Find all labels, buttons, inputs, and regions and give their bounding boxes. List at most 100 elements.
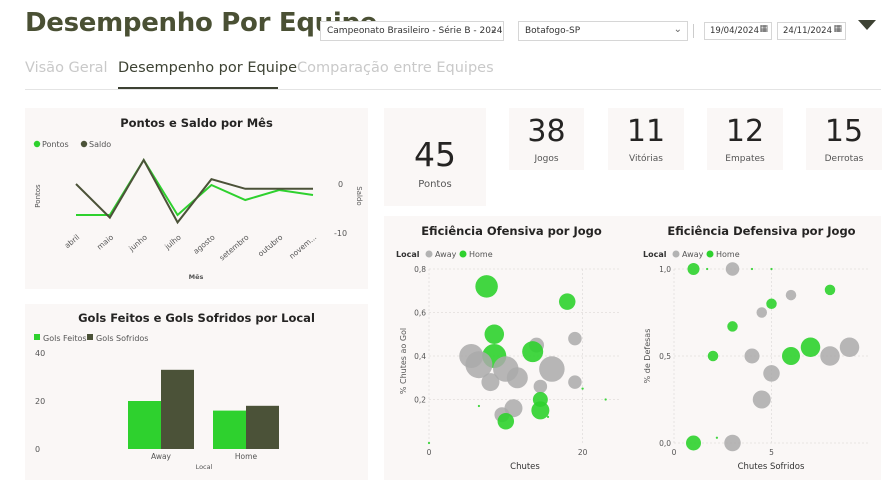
scatter-point-away[interactable]	[820, 346, 840, 366]
scatter-point-away[interactable]	[539, 356, 565, 382]
kpi-card-vitorias: 11 Vitórias	[608, 108, 684, 170]
x-tick-label: julho	[162, 232, 183, 252]
scatter-point-away[interactable]	[763, 365, 780, 382]
scatter-point-away[interactable]	[481, 373, 500, 392]
team-dropdown[interactable]: Botafogo-SP ⌄	[518, 21, 688, 41]
scatter-point-home[interactable]	[558, 293, 576, 310]
scatter-point-home[interactable]	[770, 267, 773, 271]
scatter-point-away[interactable]	[785, 289, 797, 301]
legend-label-away: Away	[682, 250, 704, 259]
scatter-point-home[interactable]	[484, 324, 505, 345]
bar-gols-sofridos	[246, 405, 279, 449]
scatter-point-home[interactable]	[546, 415, 550, 419]
scatter-point-away[interactable]	[568, 331, 582, 346]
legend-label-home: Home	[469, 250, 493, 259]
end-date-input[interactable]: 24/11/2024 ▦	[777, 22, 846, 40]
y-tick-label: 1,0	[659, 265, 671, 274]
kpi-label-empates: Empates	[725, 154, 765, 164]
scatter-point-away[interactable]	[839, 337, 860, 358]
competition-dropdown[interactable]: Campeonato Brasileiro - Série B - 2024 ⌄	[320, 21, 504, 41]
scatter-point-home[interactable]	[531, 401, 550, 420]
kpi-value-empates: 12	[725, 114, 765, 149]
scatter-point-home[interactable]	[687, 263, 700, 275]
legend-marker-home	[706, 250, 714, 258]
kpi-label-pontos: Pontos	[418, 179, 452, 190]
kpi-label-jogos: Jogos	[534, 154, 559, 164]
scatter-point-away[interactable]	[725, 262, 740, 276]
collapse-filters-icon[interactable]	[858, 20, 876, 30]
scatter-point-away[interactable]	[724, 434, 741, 452]
series-line-pontos	[76, 158, 314, 217]
monthly-chart: Pontos Saldo Pontos Saldo 0 -10 abril mai…	[33, 140, 363, 281]
legend-marker-away	[425, 250, 433, 258]
y-tick-label: 0,0	[659, 439, 671, 448]
y-tick-label: 0,6	[414, 309, 426, 318]
y-tick-label: 0	[35, 445, 40, 454]
calendar-icon: ▦	[759, 24, 768, 34]
goals-chart-card: Gols Feitos e Gols Sofridos por Local Go…	[25, 304, 368, 480]
y-axis-title: Pontos	[34, 184, 42, 208]
legend-marker-gols-feitos	[34, 334, 40, 340]
scatter-point-away[interactable]	[756, 307, 768, 318]
kpi-card-jogos: 38 Jogos	[509, 108, 584, 170]
x-tick-label: Home	[235, 452, 258, 461]
y2-tick-0: 0	[338, 180, 343, 189]
scatter-point-home[interactable]	[706, 267, 709, 271]
scatter-point-home[interactable]	[427, 441, 431, 445]
scatter-point-home[interactable]	[604, 398, 607, 401]
scatter-point-home[interactable]	[824, 284, 836, 296]
scatter-point-away[interactable]	[568, 375, 582, 389]
team-value: Botafogo-SP	[525, 26, 581, 36]
y-tick-label: 40	[35, 349, 45, 358]
bar-gols-sofridos	[161, 369, 194, 449]
scatter-point-home[interactable]	[715, 436, 719, 439]
legend-label-home: Home	[716, 250, 740, 259]
scatter-point-home[interactable]	[475, 275, 498, 298]
y-tick-label: 0,2	[414, 396, 426, 405]
scatter-point-home[interactable]	[707, 350, 719, 362]
bar-gols-feitos	[128, 401, 161, 449]
start-date-input[interactable]: 19/04/2024 ▦	[704, 22, 772, 40]
offense-legend: Local Away Home	[396, 250, 493, 259]
y-tick-label: 20	[35, 397, 45, 406]
scatter-point-home[interactable]	[766, 298, 777, 310]
legend-marker-saldo	[80, 140, 88, 148]
x-tick-label: 20	[578, 448, 588, 457]
scatter-point-home[interactable]	[800, 337, 821, 358]
chevron-down-icon: ⌄	[489, 24, 498, 35]
legend-label-away: Away	[435, 250, 457, 259]
scatter-point-home[interactable]	[477, 404, 481, 408]
kpi-value-jogos: 38	[527, 114, 566, 149]
legend-marker-away	[672, 250, 680, 258]
scatter-point-home[interactable]	[686, 435, 701, 451]
scatter-point-home[interactable]	[750, 267, 754, 271]
scatter-point-away[interactable]	[752, 390, 771, 409]
goals-chart: Gols Feitos Gols Sofridos 0 20 40 Away Home…	[34, 334, 279, 471]
tab-divider	[25, 89, 881, 90]
x-tick-label: outubro	[256, 232, 285, 258]
kpi-card-empates: 12 Empates	[707, 108, 783, 170]
scatter-point-home[interactable]	[581, 387, 584, 390]
x-tick-label: maio	[95, 232, 115, 251]
scatter-point-away[interactable]	[744, 348, 760, 364]
monthly-legend: Pontos Saldo	[33, 140, 111, 149]
tab-comparacao-entre-equipes[interactable]: Comparação entre Equipes	[297, 60, 494, 76]
scatter-point-away[interactable]	[533, 379, 548, 394]
kpi-value-pontos: 45	[414, 135, 456, 174]
x-tick-label: junho	[126, 232, 149, 253]
goals-legend: Gols Feitos Gols Sofridos	[34, 334, 148, 343]
x-tick-label: setembro	[217, 232, 250, 262]
scatter-point-home[interactable]	[522, 341, 544, 363]
legend-marker-pontos	[33, 140, 41, 148]
legend-label-saldo: Saldo	[89, 140, 111, 149]
scatter-point-away[interactable]	[506, 367, 528, 389]
x-tick-label: 0	[672, 448, 677, 457]
kpi-card-pontos: 45 Pontos	[384, 108, 486, 206]
scatter-point-home[interactable]	[782, 347, 800, 365]
kpi-value-vitorias: 11	[626, 114, 666, 149]
tab-visao-geral[interactable]: Visão Geral	[25, 60, 108, 76]
scatter-point-home[interactable]	[727, 321, 738, 332]
legend-title: Local	[643, 250, 667, 259]
tab-desempenho-por-equipe[interactable]: Desempenho por Equipe	[118, 60, 297, 76]
scatter-point-home[interactable]	[497, 413, 515, 430]
